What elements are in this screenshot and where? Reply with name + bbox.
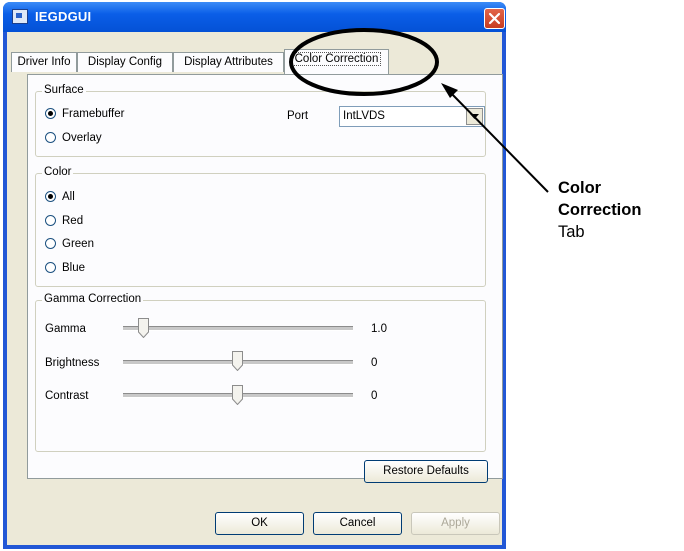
annotation-line1: Color — [558, 179, 602, 197]
annotation-line2: Correction — [558, 201, 642, 219]
annotation-overlay — [289, 28, 549, 193]
annotation-arrow-line — [447, 89, 549, 193]
annotation-line3: Tab — [558, 223, 585, 241]
highlight-ellipse — [289, 28, 439, 96]
annotation-arrowhead — [441, 83, 458, 98]
